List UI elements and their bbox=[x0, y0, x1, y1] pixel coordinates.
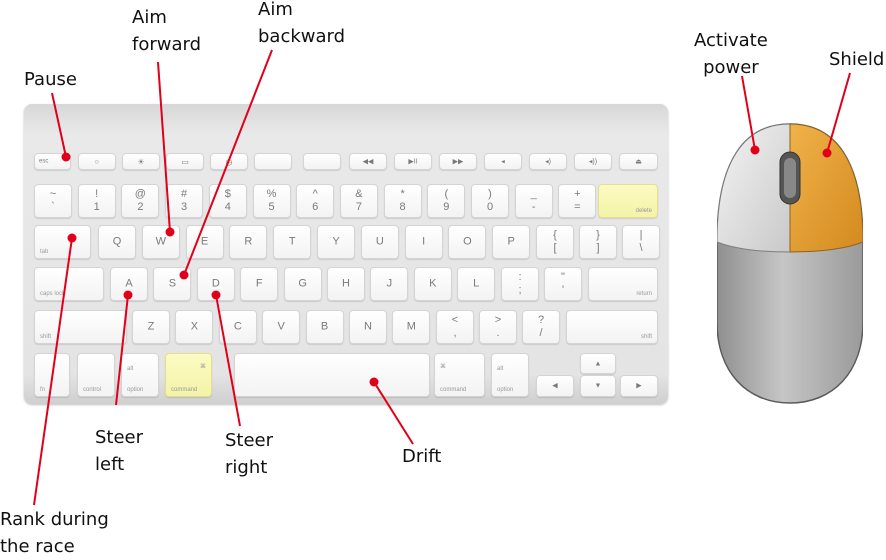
marker-drift bbox=[369, 377, 379, 387]
label-steer-right: Steer right bbox=[225, 430, 274, 478]
label-aim-forward: Aim forward bbox=[132, 7, 202, 55]
label-activate-power: Activate power bbox=[694, 30, 768, 78]
marker-pause bbox=[61, 152, 71, 162]
label-rank: Rank during the race bbox=[0, 509, 109, 557]
label-pause: Pause bbox=[24, 69, 77, 90]
marker-aim-forward bbox=[165, 227, 175, 237]
marker-shield bbox=[822, 148, 832, 158]
marker-steer-right bbox=[211, 290, 221, 300]
marker-aim-backward bbox=[179, 270, 189, 280]
marker-steer-left bbox=[123, 290, 133, 300]
label-drift: Drift bbox=[402, 446, 442, 467]
label-shield: Shield bbox=[829, 49, 885, 70]
label-aim-backward: Aim backward bbox=[258, 0, 346, 47]
marker-activate-power bbox=[750, 145, 760, 155]
marker-rank bbox=[67, 233, 77, 243]
label-steer-left: Steer left bbox=[95, 427, 144, 475]
